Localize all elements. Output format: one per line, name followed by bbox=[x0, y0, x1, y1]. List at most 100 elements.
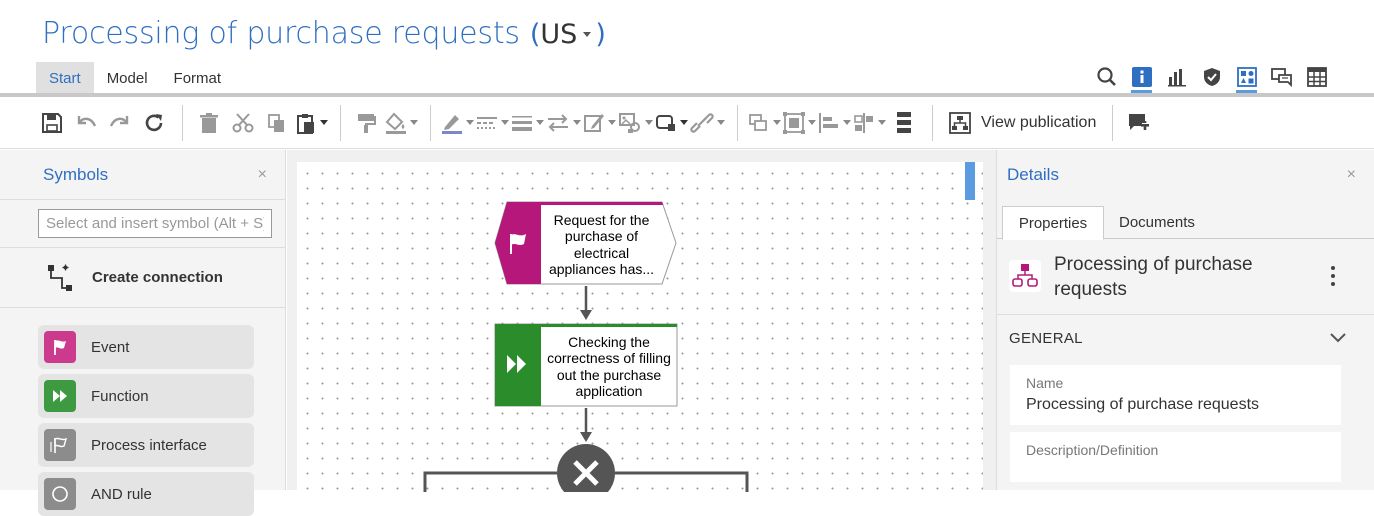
edit-attributes-button[interactable] bbox=[583, 105, 616, 141]
more-options-icon[interactable] bbox=[1323, 264, 1343, 288]
view-publication-label: View publication bbox=[981, 113, 1097, 131]
tab-documents[interactable]: Documents bbox=[1119, 206, 1195, 239]
arrow-head bbox=[580, 310, 592, 320]
xor-rule-node[interactable] bbox=[557, 444, 615, 492]
copy-button[interactable] bbox=[261, 105, 293, 141]
line-color-button[interactable] bbox=[441, 105, 474, 141]
diagram-canvas[interactable]: Request for the purchase of electrical a… bbox=[297, 162, 983, 492]
caret-down-icon bbox=[645, 120, 653, 125]
field-label: Name bbox=[1026, 375, 1064, 391]
caret-down-icon bbox=[717, 120, 725, 125]
title-row: Processing of purchase requests (US) bbox=[42, 16, 606, 51]
redo-button[interactable] bbox=[104, 105, 136, 141]
model-icon bbox=[1009, 260, 1041, 292]
details-panel-header: Details × bbox=[997, 150, 1374, 200]
caret-down-icon bbox=[878, 120, 886, 125]
ribbon-tabs: Start Model Format bbox=[36, 62, 234, 93]
arrow-head bbox=[580, 432, 592, 442]
shield-icon[interactable] bbox=[1194, 62, 1229, 92]
connector-line bbox=[615, 471, 749, 492]
symbol-search-input[interactable] bbox=[38, 209, 272, 238]
close-icon[interactable]: × bbox=[1347, 166, 1356, 184]
tab-format[interactable]: Format bbox=[161, 62, 235, 93]
chevron-down-icon bbox=[1330, 333, 1346, 343]
caret-down-icon bbox=[680, 120, 688, 125]
tab-properties[interactable]: Properties bbox=[1002, 206, 1104, 240]
language-label: US bbox=[540, 19, 578, 50]
general-section-toggle[interactable]: GENERAL bbox=[997, 316, 1374, 360]
caret-down-icon bbox=[573, 120, 581, 125]
line-style-button[interactable] bbox=[476, 105, 509, 141]
caret-down-icon bbox=[466, 120, 474, 125]
info-icon[interactable] bbox=[1124, 62, 1159, 94]
refresh-button[interactable] bbox=[138, 105, 170, 141]
object-header: Processing of purchase requests bbox=[997, 240, 1374, 315]
shape-button[interactable] bbox=[655, 105, 688, 141]
arrange-button[interactable] bbox=[748, 105, 781, 141]
line-ends-button[interactable] bbox=[546, 105, 581, 141]
event-text: Request for the purchase of electrical a… bbox=[548, 211, 655, 278]
toolbar: View publication bbox=[0, 97, 1374, 149]
description-field[interactable]: Description/Definition bbox=[1010, 432, 1341, 482]
language-selector[interactable]: (US) bbox=[530, 19, 606, 50]
app-header: Processing of purchase requests (US) Sta… bbox=[0, 0, 1374, 95]
caret-down-icon bbox=[583, 32, 592, 37]
comments-icon[interactable] bbox=[1264, 62, 1299, 92]
toolbar-separator bbox=[340, 104, 341, 141]
symbols-panel-icon[interactable] bbox=[1229, 62, 1264, 94]
details-panel: Details × Properties Documents Processin… bbox=[996, 150, 1374, 490]
align-button[interactable] bbox=[818, 105, 851, 141]
details-tabs: Properties Documents bbox=[997, 206, 1374, 240]
close-icon[interactable]: × bbox=[258, 166, 267, 184]
symbol-and-rule[interactable]: AND rule bbox=[38, 472, 254, 516]
symbol-function[interactable]: Function bbox=[38, 374, 254, 418]
tab-model[interactable]: Model bbox=[94, 62, 161, 93]
symbol-label: Function bbox=[91, 387, 149, 405]
caret-down-icon bbox=[320, 120, 328, 125]
symbol-event[interactable]: Event bbox=[38, 325, 254, 369]
vertical-scrollbar[interactable] bbox=[965, 162, 975, 200]
toolbar-separator bbox=[932, 104, 933, 141]
canvas-area: Request for the purchase of electrical a… bbox=[287, 150, 996, 492]
field-value: Processing of purchase requests bbox=[1026, 396, 1260, 413]
publication-icon bbox=[949, 111, 971, 134]
distribute-button[interactable] bbox=[853, 105, 886, 141]
details-panel-title: Details bbox=[1007, 165, 1059, 184]
tab-start[interactable]: Start bbox=[36, 62, 94, 93]
create-connection-label: Create connection bbox=[92, 269, 223, 286]
symbol-list: Event Function Process interface AND rul… bbox=[0, 308, 285, 516]
layout-button[interactable] bbox=[888, 105, 920, 141]
and-rule-icon bbox=[44, 478, 76, 510]
caret-down-icon bbox=[773, 120, 781, 125]
symbol-process-interface[interactable]: Process interface bbox=[38, 423, 254, 467]
search-icon[interactable] bbox=[1089, 62, 1124, 92]
create-connection-button[interactable]: Create connection bbox=[0, 248, 285, 308]
caret-down-icon bbox=[501, 120, 509, 125]
fast-forward-icon bbox=[44, 380, 76, 412]
link-button[interactable] bbox=[690, 105, 725, 141]
caret-down-icon bbox=[608, 120, 616, 125]
process-interface-icon bbox=[44, 429, 76, 461]
delete-button[interactable] bbox=[193, 105, 225, 141]
table-icon[interactable] bbox=[1299, 62, 1334, 92]
bar-chart-icon[interactable] bbox=[1159, 62, 1194, 92]
symbol-label: Event bbox=[91, 338, 130, 356]
group-button[interactable] bbox=[783, 105, 816, 141]
toolbar-separator bbox=[430, 104, 431, 141]
cut-button[interactable] bbox=[227, 105, 259, 141]
symbols-panel-header: Symbols × bbox=[0, 150, 285, 200]
add-comment-button[interactable] bbox=[1123, 105, 1155, 141]
insert-image-button[interactable] bbox=[618, 105, 653, 141]
undo-button[interactable] bbox=[70, 105, 102, 141]
symbol-label: AND rule bbox=[91, 485, 152, 503]
event-flag-icon bbox=[44, 331, 76, 363]
save-button[interactable] bbox=[36, 105, 68, 141]
paste-button[interactable] bbox=[295, 105, 328, 141]
view-publication-button[interactable]: View publication bbox=[943, 105, 1102, 141]
fill-color-button[interactable] bbox=[385, 105, 418, 141]
name-field[interactable]: Name Processing of purchase requests bbox=[1010, 365, 1341, 425]
connector-line bbox=[423, 471, 557, 492]
function-text: Checking the correctness of filling out … bbox=[547, 333, 671, 400]
line-width-button[interactable] bbox=[511, 105, 544, 141]
format-painter-button[interactable] bbox=[351, 105, 383, 141]
